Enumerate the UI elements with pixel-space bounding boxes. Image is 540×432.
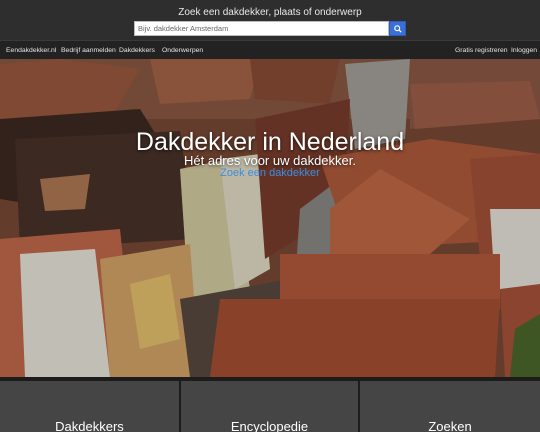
search-button[interactable] xyxy=(389,21,406,36)
hero-subtitle: Hét adres voor uw dakdekker. xyxy=(184,153,356,168)
main-navigation: Eendakdekker.nl Bedrijf aanmelden Dakdek… xyxy=(0,40,540,59)
search-icon xyxy=(393,24,402,33)
tile-label: Encyclopedie xyxy=(230,419,309,432)
tile-label: Zoeken xyxy=(428,419,472,432)
tile-label: Dakdekkers xyxy=(55,419,124,432)
nav-register-company[interactable]: Bedrijf aanmelden xyxy=(61,41,116,60)
category-tiles: Dakdekkers Encyclopedie Zoeken xyxy=(0,377,540,432)
nav-home-link[interactable]: Eendakdekker.nl xyxy=(6,41,56,60)
nav-signup[interactable]: Gratis registreren xyxy=(455,41,508,60)
tile-search[interactable]: Zoeken xyxy=(360,381,540,432)
tile-roofers[interactable]: Dakdekkers xyxy=(0,381,179,432)
rooftops-photo xyxy=(0,59,540,377)
nav-roofers[interactable]: Dakdekkers xyxy=(119,41,155,60)
search-form xyxy=(134,21,406,36)
nav-login[interactable]: Inloggen xyxy=(511,41,537,60)
nav-topics[interactable]: Onderwerpen xyxy=(162,41,203,60)
hero-search-link[interactable]: Zoek een dakdekker xyxy=(0,167,540,179)
hero-banner: Dakdekker in Nederland Hét adres voor uw… xyxy=(0,59,540,377)
search-title: Zoek een dakdekker, plaats of onderwerp xyxy=(178,7,362,18)
tile-encyclopedia[interactable]: Encyclopedie xyxy=(181,381,358,432)
search-header: Zoek een dakdekker, plaats of onderwerp xyxy=(0,0,540,40)
search-input[interactable] xyxy=(134,21,389,36)
